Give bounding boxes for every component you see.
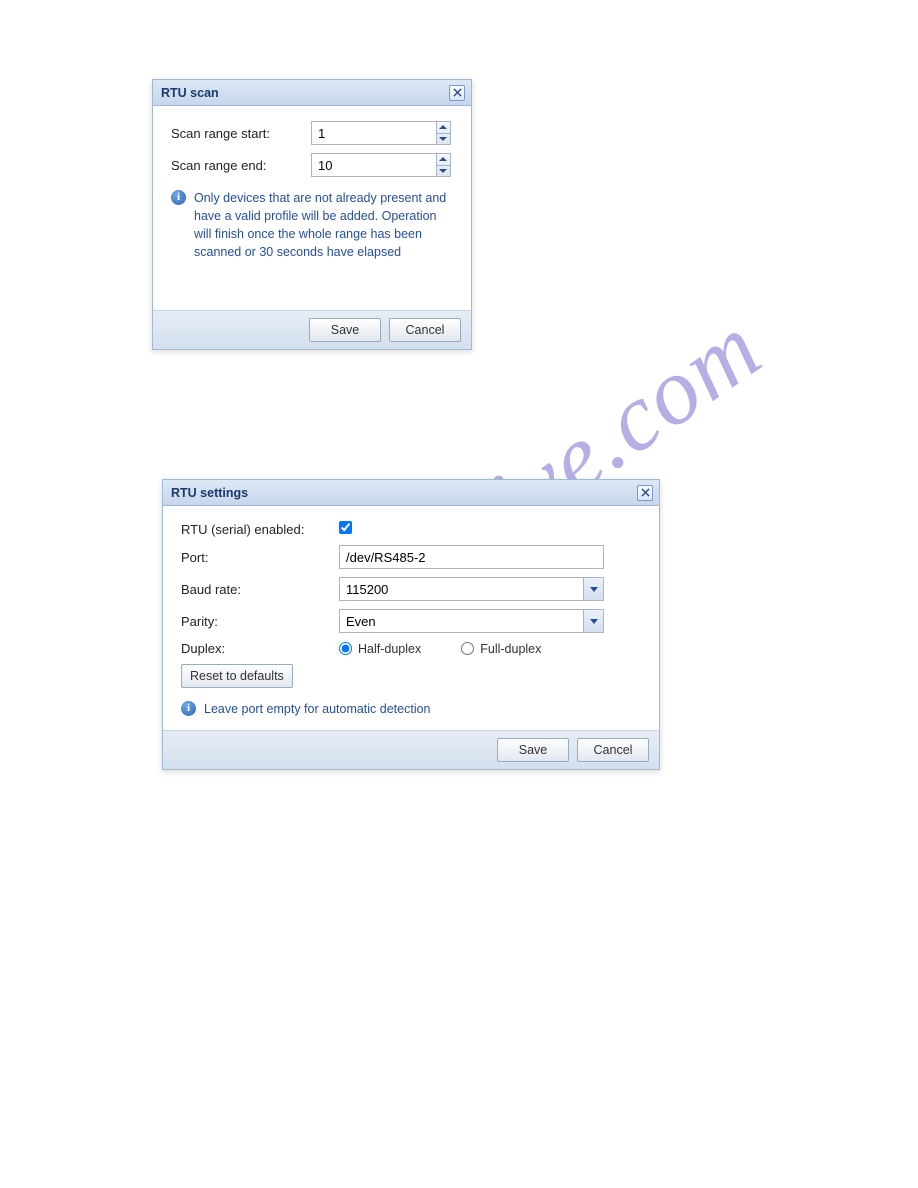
parity-label: Parity: (181, 614, 339, 629)
spinner-down-button[interactable] (437, 166, 450, 177)
rtu-settings-info: i Leave port empty for automatic detecti… (181, 696, 641, 718)
rtu-enabled-label: RTU (serial) enabled: (181, 522, 339, 537)
baud-rate-select[interactable] (339, 577, 604, 601)
dropdown-trigger[interactable] (583, 578, 603, 600)
reset-to-defaults-button[interactable]: Reset to defaults (181, 664, 293, 688)
baud-rate-value[interactable] (340, 578, 583, 600)
port-label: Port: (181, 550, 339, 565)
full-duplex-radio-label: Full-duplex (480, 642, 541, 656)
rtu-settings-body: RTU (serial) enabled: Port: Baud rate: P… (163, 506, 659, 730)
duplex-label: Duplex: (181, 641, 339, 656)
scan-range-end-spinner[interactable] (311, 153, 451, 177)
rtu-scan-info-text: Only devices that are not already presen… (194, 189, 453, 262)
dropdown-trigger[interactable] (583, 610, 603, 632)
spinner-up-button[interactable] (437, 154, 450, 166)
scan-range-start-input[interactable] (312, 122, 436, 144)
rtu-settings-title: RTU settings (171, 486, 637, 500)
port-input[interactable] (339, 545, 604, 569)
rtu-scan-dialog: RTU scan Scan range start: Scan ra (152, 79, 472, 350)
rtu-scan-titlebar: RTU scan (153, 80, 471, 106)
rtu-settings-dialog: RTU settings RTU (serial) enabled: Port:… (162, 479, 660, 770)
close-button[interactable] (449, 85, 465, 101)
baud-rate-label: Baud rate: (181, 582, 339, 597)
half-duplex-radio-label: Half-duplex (358, 642, 421, 656)
save-button[interactable]: Save (497, 738, 569, 762)
cancel-button[interactable]: Cancel (577, 738, 649, 762)
parity-select[interactable] (339, 609, 604, 633)
scan-range-end-input[interactable] (312, 154, 436, 176)
parity-value[interactable] (340, 610, 583, 632)
rtu-scan-buttonbar: Save Cancel (153, 310, 471, 349)
spinner-up-button[interactable] (437, 122, 450, 134)
rtu-settings-buttonbar: Save Cancel (163, 730, 659, 769)
scan-range-end-label: Scan range end: (171, 158, 311, 173)
rtu-settings-titlebar: RTU settings (163, 480, 659, 506)
rtu-enabled-checkbox[interactable] (339, 521, 352, 534)
chevron-down-icon (590, 587, 598, 592)
full-duplex-radio-input[interactable] (461, 642, 474, 655)
rtu-scan-body: Scan range start: Scan range end: (153, 106, 471, 310)
info-icon: i (171, 190, 186, 205)
half-duplex-radio[interactable]: Half-duplex (339, 642, 421, 656)
scan-range-start-label: Scan range start: (171, 126, 311, 141)
close-button[interactable] (637, 485, 653, 501)
close-icon (453, 88, 462, 97)
chevron-up-icon (439, 157, 447, 161)
close-icon (641, 488, 650, 497)
chevron-down-icon (439, 169, 447, 173)
rtu-scan-info: i Only devices that are not already pres… (171, 185, 453, 262)
rtu-settings-info-text: Leave port empty for automatic detection (204, 700, 431, 718)
chevron-down-icon (439, 137, 447, 141)
rtu-scan-title: RTU scan (161, 86, 449, 100)
cancel-button[interactable]: Cancel (389, 318, 461, 342)
info-icon: i (181, 701, 196, 716)
full-duplex-radio[interactable]: Full-duplex (461, 642, 541, 656)
half-duplex-radio-input[interactable] (339, 642, 352, 655)
scan-range-start-spinner[interactable] (311, 121, 451, 145)
chevron-down-icon (590, 619, 598, 624)
chevron-up-icon (439, 125, 447, 129)
save-button[interactable]: Save (309, 318, 381, 342)
spinner-down-button[interactable] (437, 134, 450, 145)
